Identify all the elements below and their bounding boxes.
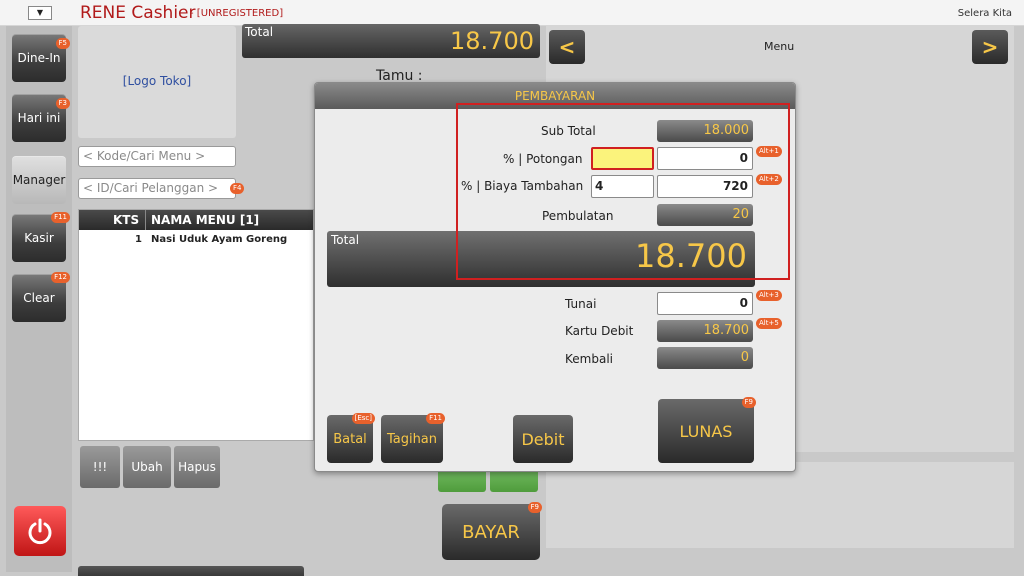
menu-prev-button[interactable]: < [549, 30, 585, 64]
order-item-name[interactable]: Nasi Uduk Ayam Goreng [151, 234, 287, 245]
order-list: KTS NAMA MENU [1] 1 Nasi Uduk Ayam Goren… [78, 209, 314, 441]
kembali-label: Kembali [565, 352, 613, 366]
app-title: RENE Cashier [80, 3, 196, 23]
f5-key-badge: F5 [55, 38, 70, 49]
store-name: Selera Kita [957, 8, 1012, 19]
f12-key-badge: F12 [51, 272, 70, 283]
priority-button[interactable]: !!! [80, 446, 120, 488]
tagihan-label: Tagihan [386, 431, 438, 447]
sidebar: Dine-In F5 Hari ini F3 Manager Kasir F11… [6, 26, 72, 572]
bayar-button[interactable]: BAYAR F9 [442, 502, 542, 560]
f4-key-badge: F4 [230, 183, 245, 194]
power-button[interactable] [14, 506, 66, 556]
menu-name-column-header: NAMA MENU [1] [151, 213, 260, 227]
clear-label: Clear [23, 291, 55, 305]
lunas-label: LUNAS [679, 421, 733, 441]
tunai-label: Tunai [565, 297, 597, 311]
dine-in-button[interactable]: Dine-In F5 [12, 34, 70, 82]
payment-dialog: PEMBAYARAN Sub Total 18.000 % | Potongan… [314, 82, 796, 472]
kasir-label: Kasir [24, 231, 54, 245]
window-menu-dropdown[interactable]: ▼ [28, 6, 52, 20]
delete-button[interactable]: Hapus [174, 446, 220, 488]
hari-ini-button[interactable]: Hari ini F3 [12, 94, 70, 142]
alt3-key-badge: Alt+3 [756, 290, 782, 301]
alt5-key-badge: Alt+5 [756, 318, 782, 329]
esc-key-badge: [Esc] [351, 413, 375, 424]
kembali-value: 0 [657, 347, 753, 369]
tunai-input[interactable]: 0 [657, 292, 753, 315]
store-logo-placeholder: [Logo Toko] [122, 74, 192, 88]
f3-key-badge: F3 [55, 98, 70, 109]
hari-ini-label: Hari ini [17, 111, 61, 125]
menu-search-input[interactable]: < Kode/Cari Menu > [78, 146, 236, 167]
batal-button[interactable]: Batal [Esc] [327, 413, 375, 463]
manager-button[interactable]: Manager [12, 156, 66, 204]
kartu-debit-value[interactable]: 18.700 [657, 320, 753, 342]
kasir-button[interactable]: Kasir F11 [12, 212, 70, 262]
registration-status: - [UNREGISTERED] [190, 8, 284, 19]
payment-total-label: Total [331, 233, 360, 247]
menu-panel-bottom [546, 462, 1014, 548]
lunas-button[interactable]: LUNAS F9 [658, 397, 756, 463]
clear-button[interactable]: Clear F12 [12, 272, 70, 322]
status-bar [78, 566, 304, 576]
manager-label: Manager [12, 173, 66, 187]
tagihan-button[interactable]: Tagihan F11 [381, 413, 445, 463]
customer-search-input[interactable]: < ID/Cari Pelanggan > [78, 178, 236, 199]
dine-in-label: Dine-In [17, 51, 61, 65]
edit-button[interactable]: Ubah [123, 446, 171, 488]
order-total-value: 18.700 [450, 27, 534, 55]
power-icon [28, 518, 52, 545]
batal-label: Batal [333, 431, 367, 447]
highlight-annotation-box [456, 103, 790, 280]
bayar-label: BAYAR [462, 521, 520, 543]
kartu-debit-label: Kartu Debit [565, 324, 634, 338]
order-list-header: KTS NAMA MENU [1] [79, 210, 313, 230]
column-divider [145, 210, 146, 230]
qty-column-header: KTS [113, 213, 140, 227]
f9-key-badge-dialog: F9 [741, 397, 756, 408]
menu-title: Menu [764, 40, 795, 53]
order-item-qty: 1 [135, 234, 142, 245]
f9-key-badge: F9 [527, 502, 542, 513]
debit-button[interactable]: Debit [513, 415, 573, 463]
menu-next-button[interactable]: > [972, 30, 1008, 64]
order-total-label: Total [245, 25, 274, 39]
f11-key-badge: F11 [51, 212, 70, 223]
f11-key-badge-dialog: F11 [426, 413, 445, 424]
